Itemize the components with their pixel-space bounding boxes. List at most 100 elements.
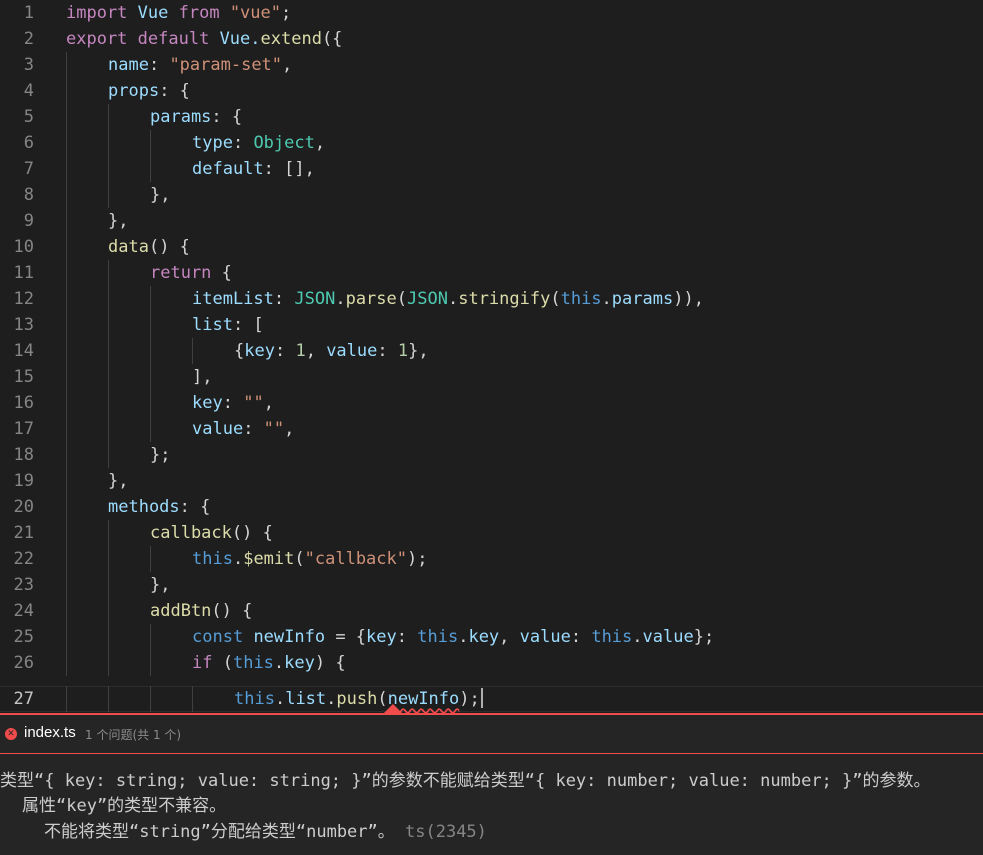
code-token: : (396, 627, 418, 647)
code-line[interactable]: 10 data() { (0, 234, 983, 260)
code-token: : [ (232, 315, 264, 335)
code-token: }, (150, 575, 171, 595)
code-line[interactable]: 15 ], (0, 364, 983, 390)
code-text[interactable]: default: [], (192, 156, 315, 182)
indent-guide (150, 338, 151, 364)
code-token: "" (263, 419, 285, 439)
code-token: . (447, 289, 459, 309)
code-text[interactable]: }, (108, 468, 128, 494)
code-line[interactable]: 12 itemList: JSON.parse(JSON.stringify(t… (0, 286, 983, 312)
code-text[interactable]: key: "", (192, 390, 274, 416)
code-line[interactable]: 18 }; (0, 442, 983, 468)
code-token: callback (150, 523, 232, 543)
code-line[interactable]: 4 props: { (0, 78, 983, 104)
indent-guide (66, 520, 67, 546)
code-token: stringify (458, 289, 551, 309)
code-text[interactable]: itemList: JSON.parse(JSON.stringify(this… (192, 286, 704, 312)
code-token: : [], (263, 159, 315, 179)
indent-guide (192, 338, 193, 364)
code-text[interactable]: }, (108, 208, 128, 234)
code-editor[interactable]: 1 import Vue from "vue"; 2 export defaul… (0, 0, 983, 713)
code-line[interactable]: 16 key: "", (0, 390, 983, 416)
code-line[interactable]: 9 }, (0, 208, 983, 234)
code-text[interactable]: export default Vue.extend({ (66, 26, 342, 52)
code-line[interactable]: 25 const newInfo = {key: this.key, value… (0, 624, 983, 650)
indent-guide (150, 416, 151, 442)
code-line[interactable]: 21 callback() { (0, 520, 983, 546)
code-text[interactable]: params: { (150, 104, 242, 130)
code-token: export (66, 29, 128, 49)
code-line[interactable]: 11 return { (0, 260, 983, 286)
code-line[interactable]: 8 }, (0, 182, 983, 208)
code-line[interactable]: 22 this.$emit("callback"); (0, 546, 983, 572)
indent-guide (108, 686, 109, 712)
problem-peek-widget[interactable]: ✕ index.ts 1 个问题(共 1 个) 类型“{ key: string… (0, 704, 983, 855)
code-text[interactable]: callback() { (150, 520, 273, 546)
code-text[interactable]: }, (150, 572, 170, 598)
line-number: 27 (13, 689, 34, 709)
code-text[interactable]: {key: 1, value: 1}, (234, 338, 429, 364)
code-text[interactable]: props: { (108, 78, 190, 104)
code-line[interactable]: 7 default: [], (0, 156, 983, 182)
code-text[interactable]: ], (192, 364, 212, 390)
indent-guide (66, 598, 67, 624)
code-token: key (468, 627, 500, 647)
indent-guide (108, 546, 109, 572)
code-token: , (499, 627, 520, 647)
code-token: () { (148, 237, 190, 257)
code-line[interactable]: 26 if (this.key) { (0, 650, 983, 676)
code-token: return (150, 263, 212, 283)
line-number: 14 (13, 341, 34, 361)
indent-guide (108, 650, 109, 676)
code-line[interactable]: 19 }, (0, 468, 983, 494)
code-token: params (611, 289, 674, 309)
code-line[interactable]: 24 addBtn() { (0, 598, 983, 624)
code-token: }; (150, 445, 171, 465)
code-line[interactable]: 2 export default Vue.extend({ (0, 26, 983, 52)
indent-guide (108, 338, 109, 364)
code-line[interactable]: 23 }, (0, 572, 983, 598)
code-text[interactable]: if (this.key) { (192, 650, 346, 676)
line-number: 1 (23, 3, 34, 23)
code-line[interactable]: 14 {key: 1, value: 1}, (0, 338, 983, 364)
code-text[interactable]: methods: { (108, 494, 210, 520)
line-number: 18 (13, 445, 34, 465)
code-text[interactable]: list: [ (192, 312, 264, 338)
code-line-current[interactable]: 27 this.list.push(newInfo); (0, 686, 983, 712)
code-text[interactable]: import Vue from "vue"; (66, 0, 291, 26)
code-text[interactable]: value: "", (192, 416, 294, 442)
code-text[interactable]: this.$emit("callback"); (192, 546, 427, 572)
indent-guide (66, 364, 67, 390)
error-icon: ✕ (5, 728, 17, 740)
code-text[interactable]: return { (150, 260, 232, 286)
code-line[interactable]: 3 name: "param-set", (0, 52, 983, 78)
code-text[interactable]: const newInfo = {key: this.key, value: t… (192, 624, 714, 650)
code-line[interactable]: 5 params: { (0, 104, 983, 130)
code-text[interactable]: }, (150, 182, 170, 208)
code-line[interactable]: 6 type: Object, (0, 130, 983, 156)
indent-guide (66, 442, 67, 468)
code-text[interactable]: type: Object, (192, 130, 325, 156)
code-token: }, (150, 185, 171, 205)
line-number: 11 (13, 263, 34, 283)
peek-file-name[interactable]: index.ts (24, 724, 76, 741)
indent-guide (66, 286, 67, 312)
code-token: itemList (192, 289, 274, 309)
indent-guide (108, 598, 109, 624)
code-text[interactable]: this.list.push(newInfo); (234, 686, 483, 712)
code-text[interactable]: addBtn() { (150, 598, 252, 624)
code-text[interactable]: }; (150, 442, 170, 468)
code-line[interactable]: 13 list: [ (0, 312, 983, 338)
code-text[interactable]: name: "param-set", (108, 52, 292, 78)
indent-guide (108, 572, 109, 598)
code-line[interactable]: 1 import Vue from "vue"; (0, 0, 983, 26)
code-line[interactable]: 17 value: "", (0, 416, 983, 442)
indent-guide (66, 686, 67, 712)
line-number: 8 (23, 185, 34, 205)
code-line[interactable]: 20 methods: { (0, 494, 983, 520)
line-number: 5 (23, 107, 34, 127)
error-code[interactable]: ts(2345) (405, 822, 487, 842)
code-text[interactable]: data() { (108, 234, 190, 260)
